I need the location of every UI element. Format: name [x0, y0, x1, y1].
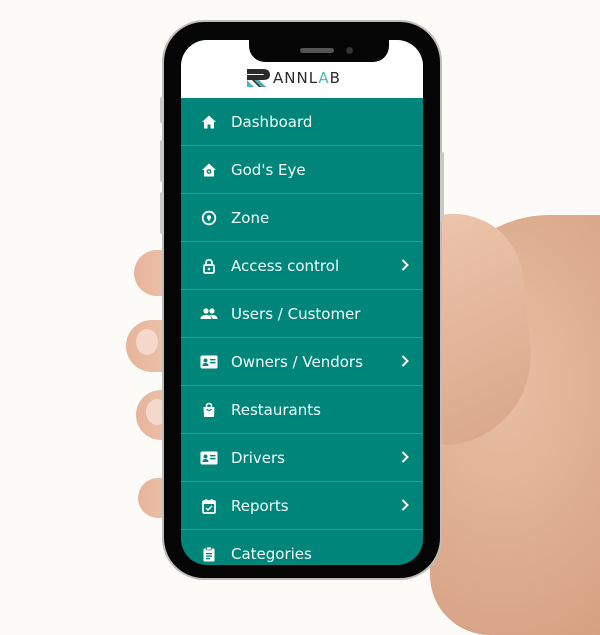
chevron-right-icon[interactable]	[399, 353, 411, 369]
menu-item-gods-eye[interactable]: God's Eye	[181, 146, 423, 194]
id-card-icon	[200, 449, 218, 467]
chevron-right-icon[interactable]	[399, 257, 411, 273]
mute-switch	[160, 97, 164, 123]
id-card-icon	[200, 353, 218, 371]
clipboard-icon	[200, 545, 218, 563]
notch	[249, 40, 389, 62]
location-pin-icon	[200, 209, 218, 227]
sidebar-menu: Dashboard God's Eye Zone Access control …	[181, 98, 423, 565]
speaker	[300, 48, 334, 53]
menu-item-owners-vendors[interactable]: Owners / Vendors	[181, 338, 423, 386]
volume-up-button	[160, 140, 164, 182]
home-icon	[200, 113, 218, 131]
brand-name: ANNLAB	[273, 69, 341, 87]
brand-logo[interactable]: ANNLAB	[246, 68, 341, 88]
power-button	[440, 152, 444, 222]
menu-item-restaurants[interactable]: Restaurants	[181, 386, 423, 434]
users-icon	[200, 305, 218, 323]
lock-icon	[200, 257, 218, 275]
menu-item-label: Dashboard	[231, 112, 313, 131]
menu-item-label: Access control	[231, 256, 340, 275]
menu-item-access-control[interactable]: Access control	[181, 242, 423, 290]
chevron-right-icon[interactable]	[399, 449, 411, 465]
menu-item-label: Restaurants	[231, 400, 321, 419]
menu-item-label: Drivers	[231, 448, 285, 467]
menu-item-label: Reports	[231, 496, 289, 515]
shopping-bag-icon	[200, 401, 218, 419]
camera	[346, 47, 353, 54]
menu-item-zone[interactable]: Zone	[181, 194, 423, 242]
logo-mark-icon	[247, 69, 270, 87]
phone-frame: ANNLAB Dashboard God's Eye Zone Access c…	[160, 22, 444, 578]
menu-item-categories[interactable]: Categories	[181, 530, 423, 565]
phone-screen: ANNLAB Dashboard God's Eye Zone Access c…	[181, 40, 423, 565]
menu-item-label: Categories	[231, 544, 312, 563]
menu-item-drivers[interactable]: Drivers	[181, 434, 423, 482]
menu-item-dashboard[interactable]: Dashboard	[181, 98, 423, 146]
menu-item-label: Users / Customer	[231, 304, 361, 323]
menu-item-label: God's Eye	[231, 160, 306, 179]
menu-item-reports[interactable]: Reports	[181, 482, 423, 530]
volume-down-button	[160, 192, 164, 234]
calendar-check-icon	[200, 497, 218, 515]
chevron-right-icon[interactable]	[399, 497, 411, 513]
menu-item-label: Owners / Vendors	[231, 352, 363, 371]
menu-item-label: Zone	[231, 208, 270, 227]
menu-item-users-customer[interactable]: Users / Customer	[181, 290, 423, 338]
eye-house-icon	[200, 161, 218, 179]
